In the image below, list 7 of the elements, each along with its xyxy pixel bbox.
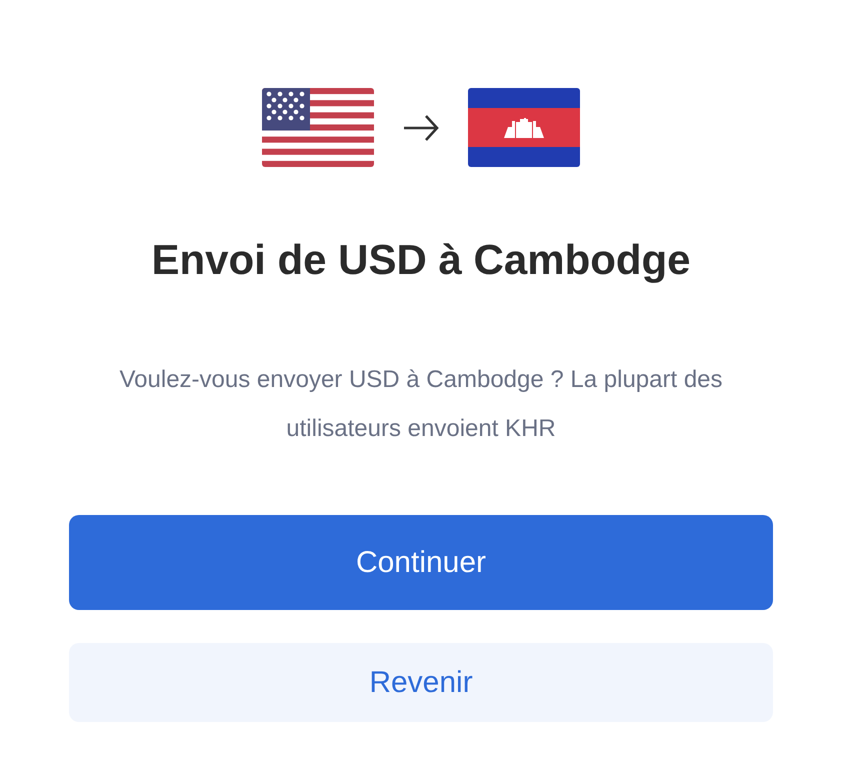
continue-button[interactable]: Continuer	[69, 515, 773, 610]
cambodia-flag-icon	[468, 88, 580, 167]
us-flag-icon	[262, 88, 374, 167]
message-text: Voulez-vous envoyer USD à Cambodge ? La plupart des utilisateurs envoient KHR	[118, 365, 724, 444]
arrow-icon	[402, 112, 440, 142]
dialog-title: Envoi de USD à Cambodge	[151, 235, 691, 285]
back-button[interactable]: Revenir	[69, 643, 773, 722]
